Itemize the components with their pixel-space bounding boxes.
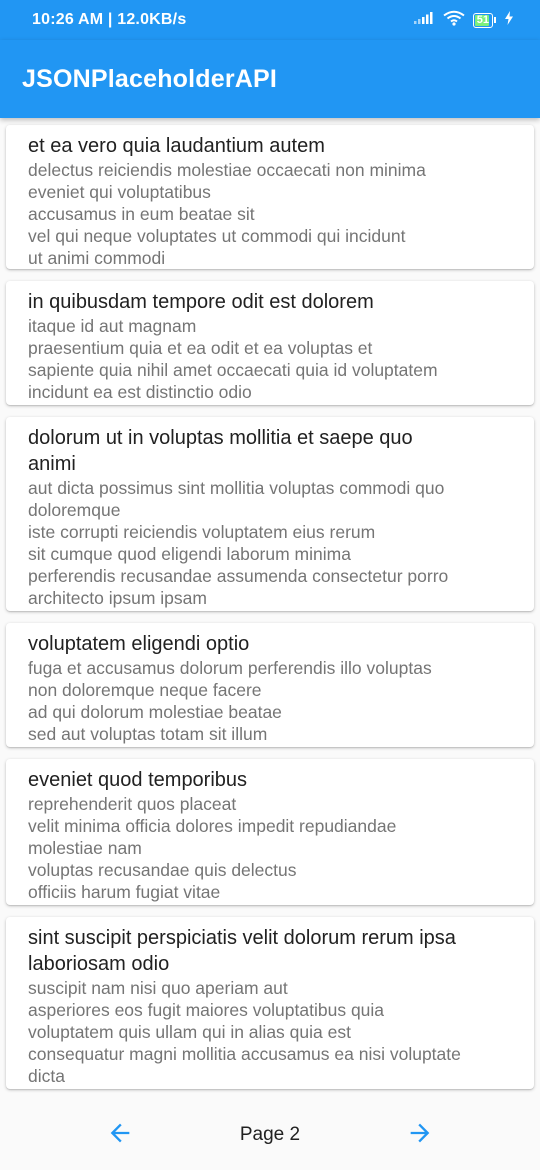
post-card[interactable]: sint suscipit perspiciatis velit dolorum… [6, 917, 534, 1089]
post-card[interactable]: eveniet quod temporibus reprehenderit qu… [6, 759, 534, 905]
status-bar: 10:26 AM | 12.0KB/s 51 [0, 0, 540, 40]
post-card[interactable]: in quibusdam tempore odit est dolorem it… [6, 281, 534, 405]
arrow-right-icon [406, 1119, 434, 1152]
page-indicator: Page 2 [239, 1124, 301, 1145]
status-time: 10:26 AM | 12.0KB/s [32, 11, 187, 28]
post-title: et ea vero quia laudantium autem [28, 135, 325, 157]
battery-icon: 51 [472, 12, 496, 28]
post-title: dolorum ut in voluptas mollitia et saepe… [28, 427, 413, 475]
app-title: JSONPlaceholderAPI [22, 64, 278, 93]
app-bar: JSONPlaceholderAPI [0, 40, 540, 118]
post-title: eveniet quod temporibus [28, 769, 248, 791]
post-body: delectus reiciendis molestiae occaecati … [28, 160, 426, 268]
post-body: reprehenderit quos placeat velit minima … [28, 794, 397, 902]
post-title: voluptatem eligendi optio [28, 633, 250, 655]
post-body: fuga et accusamus dolorum perferendis il… [28, 658, 432, 744]
status-icons: 51 [413, 10, 514, 31]
post-title: sint suscipit perspiciatis velit dolorum… [28, 927, 456, 975]
battery-level: 51 [476, 13, 489, 26]
post-body: suscipit nam nisi quo aperiam aut asperi… [28, 978, 461, 1086]
wifi-icon [443, 10, 465, 31]
charging-icon [504, 10, 514, 30]
post-card[interactable]: dolorum ut in voluptas mollitia et saepe… [6, 417, 534, 611]
post-list[interactable]: et ea vero quia laudantium autem delectu… [0, 118, 540, 1100]
post-card[interactable]: voluptatem eligendi optio fuga et accusa… [6, 623, 534, 747]
signal-icon [413, 11, 435, 30]
post-body: itaque id aut magnam praesentium quia et… [28, 316, 438, 402]
pagination-bar: Page 2 [0, 1100, 540, 1170]
post-card[interactable]: et ea vero quia laudantium autem delectu… [6, 125, 534, 269]
next-page-button[interactable] [404, 1119, 436, 1151]
post-body: aut dicta possimus sint mollitia volupta… [28, 478, 449, 608]
post-title: in quibusdam tempore odit est dolorem [28, 291, 374, 313]
